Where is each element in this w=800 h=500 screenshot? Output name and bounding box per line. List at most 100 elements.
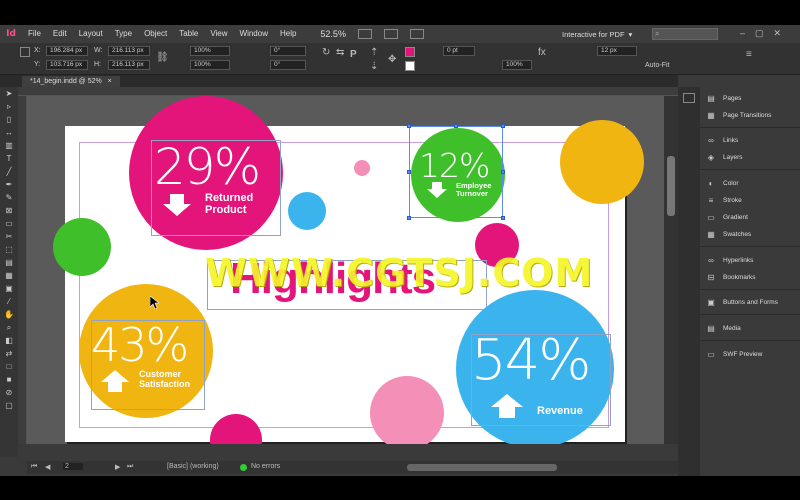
document-tab[interactable]: *14_begin.indd @ 52% ×: [22, 76, 120, 87]
note-tool-icon[interactable]: ▣: [0, 282, 18, 295]
stroke-weight-field[interactable]: 0 pt: [443, 46, 475, 56]
zoom-tool-icon[interactable]: ⌕: [0, 321, 18, 334]
rectangle-frame-tool-icon[interactable]: ⊠: [0, 204, 18, 217]
select-next-icon[interactable]: ✥: [388, 54, 396, 65]
formatting-affects-icon[interactable]: □: [0, 360, 18, 373]
free-transform-tool-icon[interactable]: ⬚: [0, 243, 18, 256]
selection-tool-icon[interactable]: ➤: [0, 87, 18, 100]
scale-x-field[interactable]: 100%: [190, 46, 230, 56]
selection-handle[interactable]: [407, 124, 411, 128]
close-icon[interactable]: ✕: [774, 28, 782, 39]
scissors-tool-icon[interactable]: ✂: [0, 230, 18, 243]
horizontal-scroll-thumb[interactable]: [407, 464, 557, 471]
first-page-icon[interactable]: ⏮: [31, 463, 37, 471]
selection-handle[interactable]: [501, 124, 505, 128]
fill-stroke-icon[interactable]: ◧: [0, 334, 18, 347]
pencil-tool-icon[interactable]: ✎: [0, 191, 18, 204]
menu-type[interactable]: Type: [109, 25, 138, 43]
vertical-scrollbar[interactable]: [664, 96, 678, 444]
menu-object[interactable]: Object: [138, 25, 173, 43]
panel-color[interactable]: ◐ Color: [700, 176, 800, 190]
style-status[interactable]: [Basic] (working): [167, 463, 219, 470]
eyedropper-tool-icon[interactable]: ⁄: [0, 295, 18, 308]
flip-icon[interactable]: ⇆: [336, 47, 344, 58]
menu-help[interactable]: Help: [274, 25, 302, 43]
panel-swatches[interactable]: ▦ Swatches: [700, 227, 800, 241]
effects-icon[interactable]: fx: [538, 47, 546, 58]
horizontal-ruler[interactable]: [18, 87, 678, 96]
light-pink-bottom-circle[interactable]: [370, 376, 444, 444]
blue-small-circle[interactable]: [288, 192, 326, 230]
panel-gradient[interactable]: ▭ Gradient: [700, 210, 800, 224]
width-field[interactable]: 216.113 px: [108, 46, 150, 56]
height-field[interactable]: 216.113 px: [108, 60, 150, 70]
panel-links[interactable]: ∞ Links: [700, 133, 800, 147]
page-tool-icon[interactable]: ▯: [0, 113, 18, 126]
view-options-icon[interactable]: [357, 29, 372, 39]
auto-fit-checkbox-label[interactable]: Auto-Fit: [645, 62, 670, 69]
panel-hyperlinks[interactable]: ∞ Hyperlinks: [700, 253, 800, 267]
screen-mode-icon[interactable]: [383, 29, 398, 39]
scale-y-field[interactable]: 100%: [190, 60, 230, 70]
menu-view[interactable]: View: [204, 25, 233, 43]
panel-swf-preview[interactable]: ▭ SWF Preview: [700, 347, 800, 361]
content-collector-icon[interactable]: ▥: [0, 139, 18, 152]
rectangle-tool-icon[interactable]: ▭: [0, 217, 18, 230]
vertical-ruler[interactable]: [18, 96, 27, 444]
yellow-top-right-circle[interactable]: [560, 120, 644, 204]
close-tab-icon[interactable]: ×: [108, 78, 112, 85]
reference-size-field[interactable]: 12 px: [597, 46, 637, 56]
selection-handle[interactable]: [501, 170, 505, 174]
line-tool-icon[interactable]: ╱: [0, 165, 18, 178]
y-position-field[interactable]: 103.716 px: [46, 60, 88, 70]
apply-none-icon[interactable]: ⊘: [0, 386, 18, 399]
pink-tiny-circle[interactable]: [354, 160, 370, 176]
panel-layers[interactable]: ◈ Layers: [700, 150, 800, 164]
rotation-field[interactable]: 0°: [270, 46, 306, 56]
selection-handle[interactable]: [407, 216, 411, 220]
type-tool-icon[interactable]: T: [0, 152, 18, 165]
green-circle[interactable]: [53, 218, 111, 276]
x-position-field[interactable]: 196.284 px: [46, 46, 88, 56]
shear-field[interactable]: 0°: [270, 60, 306, 70]
maximize-icon[interactable]: ▢: [755, 28, 764, 39]
screen-mode-icon[interactable]: ▢: [0, 399, 18, 412]
panel-icon-collapsed[interactable]: [683, 93, 695, 103]
apply-color-icon[interactable]: ■: [0, 373, 18, 386]
menu-window[interactable]: Window: [234, 25, 274, 43]
panel-stroke[interactable]: ≡ Stroke: [700, 193, 800, 207]
gradient-feather-tool-icon[interactable]: ▦: [0, 269, 18, 282]
menu-edit[interactable]: Edit: [47, 25, 73, 43]
workspace-switcher[interactable]: Interactive for PDF ▾: [562, 28, 646, 40]
zoom-level[interactable]: 52.5%: [314, 29, 352, 39]
select-content-icon[interactable]: ⇣: [370, 61, 378, 72]
arrange-documents-icon[interactable]: [409, 29, 424, 39]
selection-handle[interactable]: [501, 216, 505, 220]
direct-selection-tool-icon[interactable]: ▹: [0, 100, 18, 113]
selection-handle[interactable]: [454, 124, 458, 128]
help-search-input[interactable]: ⌕: [652, 28, 718, 40]
hand-tool-icon[interactable]: ✋: [0, 308, 18, 321]
panel-menu-icon[interactable]: ≡: [746, 49, 752, 60]
constrain-proportions-icon[interactable]: ⛓: [156, 52, 169, 63]
previous-page-icon[interactable]: ◀: [45, 463, 50, 471]
vertical-scroll-thumb[interactable]: [667, 156, 675, 216]
p-flip-icon[interactable]: P: [350, 49, 357, 60]
pen-tool-icon[interactable]: ✒: [0, 178, 18, 191]
panel-media[interactable]: ▤ Media: [700, 321, 800, 335]
fill-swatch[interactable]: [405, 47, 415, 57]
reference-point-icon[interactable]: [20, 47, 30, 57]
stroke-swatch[interactable]: [405, 61, 415, 71]
preflight-status[interactable]: No errors: [251, 463, 280, 470]
panel-buttons-and-forms[interactable]: ▣ Buttons and Forms: [700, 295, 800, 309]
last-page-icon[interactable]: ⏭: [127, 463, 133, 471]
select-container-icon[interactable]: ⇡: [370, 47, 378, 58]
minimize-icon[interactable]: –: [740, 28, 745, 39]
gap-tool-icon[interactable]: ↔: [0, 126, 18, 139]
selection-handle[interactable]: [407, 170, 411, 174]
menu-layout[interactable]: Layout: [73, 25, 109, 43]
rotate-90-icon[interactable]: ↻: [322, 47, 330, 58]
next-page-icon[interactable]: ▶: [115, 463, 120, 471]
menu-table[interactable]: Table: [173, 25, 204, 43]
opacity-field[interactable]: 100%: [502, 60, 532, 70]
